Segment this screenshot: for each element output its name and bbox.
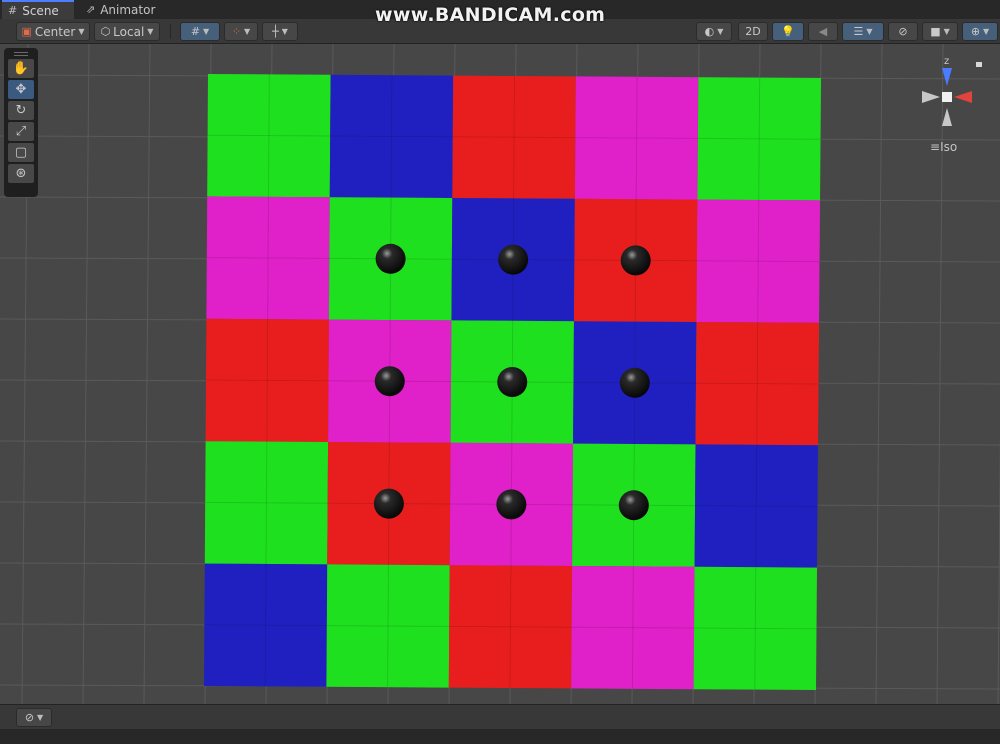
light-bulb-icon: 💡: [781, 25, 795, 38]
grid-snap-button[interactable]: # ▼: [180, 22, 220, 41]
transform-tool-icon[interactable]: ⊛: [8, 164, 34, 183]
camera-icon: ■: [930, 25, 941, 38]
local-cube-icon: ⬡: [100, 25, 111, 38]
chevron-down-icon: ▼: [78, 27, 85, 36]
overlay-menu-button[interactable]: ⊘ ▼: [16, 708, 52, 727]
chevron-down-icon: ▼: [244, 27, 251, 36]
scale-tool-icon[interactable]: ⤢: [8, 122, 34, 141]
pivot-mode-label: Center: [34, 24, 76, 39]
grid-line-vertical: [143, 44, 151, 704]
hand-tool-icon[interactable]: ✋: [8, 59, 34, 78]
gizmo-neg-x-cone[interactable]: [922, 91, 940, 103]
chevron-down-icon: ▼: [203, 27, 210, 36]
ball[interactable]: [374, 366, 405, 397]
rotate-tool-icon[interactable]: ↻: [8, 101, 34, 120]
unity-editor-window: # Scene ⇗ Animator ▣ Center ▼ ⬡ Local ▼ …: [0, 0, 1000, 744]
menu-lines-icon: ≡: [930, 140, 941, 154]
tab-scene-label: Scene: [22, 3, 59, 18]
gizmo-neg-y-cone[interactable]: [942, 108, 952, 126]
ball[interactable]: [373, 488, 404, 519]
camera-settings-button[interactable]: ■ ▼: [922, 22, 958, 41]
shading-sphere-icon: ◐: [704, 25, 715, 38]
grid-icon: #: [8, 4, 18, 17]
scene-canvas: [0, 44, 1000, 704]
ball[interactable]: [620, 245, 651, 276]
bandicam-watermark: www.BANDICAM.com: [375, 4, 606, 26]
pivot-rotation-dropdown[interactable]: ⬡ Local ▼: [94, 22, 160, 41]
pivot-mode-dropdown[interactable]: ▣ Center ▼: [16, 22, 90, 41]
chevron-down-icon: ▼: [717, 27, 724, 36]
gizmos-icon: ⊘: [24, 711, 35, 724]
toolbar-separator: [170, 24, 171, 39]
move-tool-icon[interactable]: ✥: [8, 80, 34, 99]
pivot-center-icon: ▣: [21, 25, 32, 38]
ball[interactable]: [375, 243, 406, 274]
effects-stack-icon: ☰: [853, 25, 864, 38]
scene-viewport[interactable]: ✋ ✥ ↻ ⤢ ▢ ⊛ z ≡Iso: [0, 44, 1000, 704]
scene-visibility-button[interactable]: ⊘: [888, 22, 918, 41]
gizmo-z-label: z: [944, 56, 949, 67]
projection-toggle[interactable]: ≡Iso: [930, 140, 957, 154]
grid-line-vertical: [82, 44, 90, 704]
ball[interactable]: [619, 367, 650, 398]
scene-status-bar: ⊘ ▼: [0, 704, 1000, 729]
effects-toggle-button[interactable]: ☰ ▼: [842, 22, 884, 41]
bottom-strip: [0, 729, 1000, 744]
chevron-down-icon: ▼: [866, 27, 873, 36]
snap-increment-button[interactable]: ⁘ ▼: [224, 22, 258, 41]
chevron-down-icon: ▼: [147, 27, 154, 36]
animator-icon: ⇗: [86, 3, 96, 16]
ball[interactable]: [618, 490, 649, 521]
ruler-icon: ┼: [272, 25, 279, 38]
audio-toggle-button[interactable]: ◀: [808, 22, 838, 41]
gizmo-center-cube[interactable]: [942, 92, 952, 102]
tab-animator[interactable]: ⇗ Animator: [80, 0, 164, 19]
chevron-down-icon: ▼: [281, 27, 288, 36]
speaker-icon: ◀: [818, 25, 828, 38]
tab-scene[interactable]: # Scene: [2, 0, 74, 19]
projection-label: Iso: [940, 140, 958, 154]
toggle-2d-button[interactable]: 2D: [738, 22, 768, 41]
gizmo-x-axis-cone[interactable]: [954, 91, 972, 103]
lighting-toggle-button[interactable]: 💡: [772, 22, 804, 41]
rect-tool-icon[interactable]: ▢: [8, 143, 34, 162]
palette-grip[interactable]: [14, 52, 28, 56]
shading-mode-button[interactable]: ◐ ▼: [696, 22, 732, 41]
grid-line-vertical: [875, 44, 883, 704]
pivot-rotation-label: Local: [113, 24, 145, 39]
snap-increment-icon: ⁘: [231, 25, 242, 38]
grid-snap-icon: #: [190, 25, 201, 38]
gizmo-z-axis-cone[interactable]: [942, 68, 952, 86]
chevron-down-icon: ▼: [943, 27, 950, 36]
tab-animator-label: Animator: [100, 2, 156, 17]
tool-palette: ✋ ✥ ↻ ⤢ ▢ ⊛: [4, 48, 38, 197]
ball[interactable]: [498, 244, 529, 275]
ball[interactable]: [496, 489, 527, 520]
gizmo-sphere-icon: ⊕: [970, 25, 981, 38]
gizmos-button[interactable]: ⊕ ▼: [962, 22, 998, 41]
orientation-gizmo[interactable]: z: [918, 54, 982, 144]
toggle-2d-label: 2D: [745, 25, 761, 38]
hidden-eye-icon: ⊘: [898, 25, 908, 38]
ball[interactable]: [497, 367, 528, 397]
chevron-down-icon: ▼: [983, 27, 990, 36]
chevron-down-icon: ▼: [37, 713, 44, 722]
grid-visibility-button[interactable]: ┼ ▼: [262, 22, 298, 41]
lock-icon[interactable]: [976, 62, 982, 67]
